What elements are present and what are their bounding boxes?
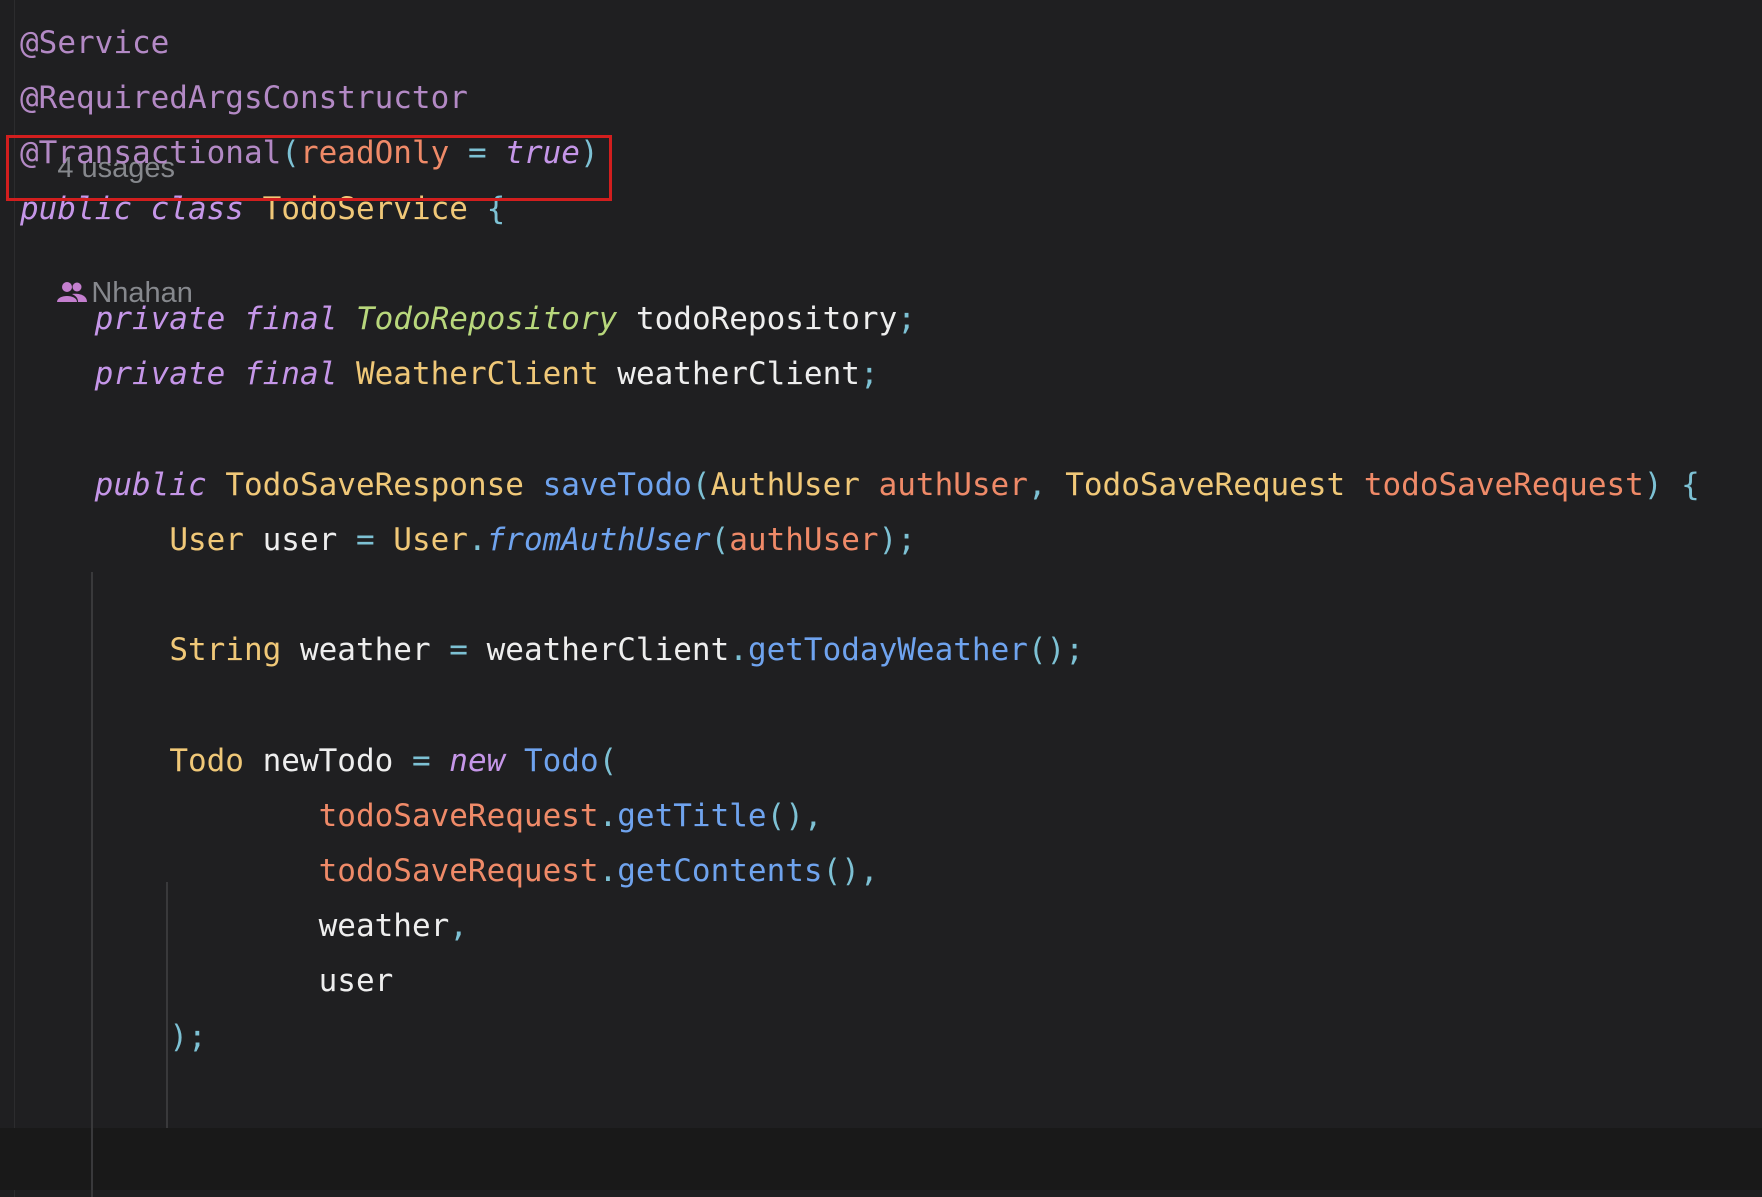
code-token: user bbox=[318, 963, 394, 1000]
code-token: (), bbox=[766, 797, 823, 834]
code-token: Todo bbox=[523, 742, 599, 779]
code-token: Todo bbox=[169, 742, 244, 779]
code-token: String bbox=[169, 632, 282, 669]
code-token: TodoSaveRequest bbox=[1065, 466, 1346, 503]
code-line[interactable]: user bbox=[20, 950, 394, 1012]
code-line[interactable]: private final TodoRepository todoReposit… bbox=[20, 288, 916, 350]
code-token: saveTodo bbox=[542, 466, 692, 503]
code-token: , bbox=[449, 908, 468, 945]
code-line[interactable]: public TodoSaveResponse saveTodo(AuthUse… bbox=[20, 454, 1700, 516]
code-line[interactable]: @RequiredArgsConstructor bbox=[20, 67, 468, 129]
code-token: . bbox=[598, 797, 618, 834]
code-token: newTodo bbox=[262, 742, 394, 779]
code-token: fromAuthUser bbox=[486, 521, 711, 558]
code-token: AuthUser bbox=[710, 466, 860, 503]
code-token: = bbox=[430, 632, 487, 669]
code-token: @RequiredArgsConstructor bbox=[20, 80, 468, 117]
code-token: final bbox=[243, 356, 338, 393]
code-editor[interactable]: @Service 4 usages Nhahan @RequiredArgsCo… bbox=[0, 0, 1762, 1197]
code-token: ( bbox=[710, 521, 730, 558]
code-line[interactable]: @Service 4 usages Nhahan bbox=[20, 12, 193, 309]
code-token: User bbox=[169, 521, 244, 558]
code-token: todoSaveRequest bbox=[318, 797, 599, 834]
code-line[interactable]: todoSaveRequest.getContents(), bbox=[20, 840, 879, 902]
code-token: getTitle bbox=[617, 797, 767, 834]
code-token: ); bbox=[169, 1018, 207, 1055]
code-token: todoSaveRequest bbox=[318, 853, 599, 889]
code-token: . bbox=[598, 853, 618, 889]
code-token: weatherClient bbox=[617, 356, 860, 393]
code-token: weather bbox=[299, 632, 431, 669]
code-token: ( bbox=[691, 466, 711, 503]
code-token: getContents bbox=[617, 853, 823, 889]
code-token: authUser bbox=[878, 466, 1028, 503]
code-token: = bbox=[393, 742, 450, 779]
code-line[interactable]: weather, bbox=[20, 895, 468, 957]
code-token: @Service bbox=[20, 25, 170, 61]
code-line[interactable]: Todo newTodo = new Todo( bbox=[20, 730, 617, 792]
code-token: ) { bbox=[1643, 466, 1700, 503]
code-line[interactable]: String weather = weatherClient.getTodayW… bbox=[20, 619, 1084, 681]
code-token: , bbox=[1027, 466, 1066, 503]
code-token: WeatherClient bbox=[355, 356, 599, 393]
code-token: todoSaveRequest bbox=[1363, 466, 1644, 503]
code-token: ; bbox=[897, 301, 916, 337]
code-token: . bbox=[729, 632, 748, 669]
code-token: ; bbox=[859, 356, 879, 393]
code-token: ); bbox=[878, 521, 916, 558]
code-line[interactable]: private final WeatherClient weatherClien… bbox=[20, 343, 879, 405]
code-token: (), bbox=[822, 853, 879, 889]
code-token: User bbox=[393, 521, 468, 558]
code-token: public bbox=[94, 466, 207, 503]
code-line[interactable]: User user = User.fromAuthUser(authUser); bbox=[20, 509, 916, 571]
code-token: getTodayWeather bbox=[747, 632, 1028, 669]
current-line-highlight bbox=[0, 1128, 1762, 1190]
code-token: authUser bbox=[729, 521, 879, 558]
code-token: ( bbox=[598, 742, 618, 779]
code-token: = bbox=[337, 521, 394, 558]
code-token: final bbox=[243, 301, 338, 337]
code-token: weather bbox=[318, 908, 450, 945]
code-token: weatherClient bbox=[486, 632, 730, 669]
code-line[interactable]: ); bbox=[20, 1006, 207, 1068]
code-token: todoRepository bbox=[635, 301, 898, 337]
code-token: private bbox=[94, 356, 226, 393]
code-token: TodoSaveResponse bbox=[225, 466, 524, 503]
code-token: (); bbox=[1027, 632, 1084, 669]
code-line[interactable]: todoSaveRequest.getTitle(), bbox=[20, 785, 823, 847]
code-token: . bbox=[467, 521, 487, 558]
code-token: user bbox=[262, 521, 338, 558]
highlight-box-transactional bbox=[6, 135, 612, 201]
code-token: private bbox=[94, 301, 226, 337]
code-token: TodoRepository bbox=[355, 301, 618, 337]
code-token: new bbox=[449, 742, 506, 779]
